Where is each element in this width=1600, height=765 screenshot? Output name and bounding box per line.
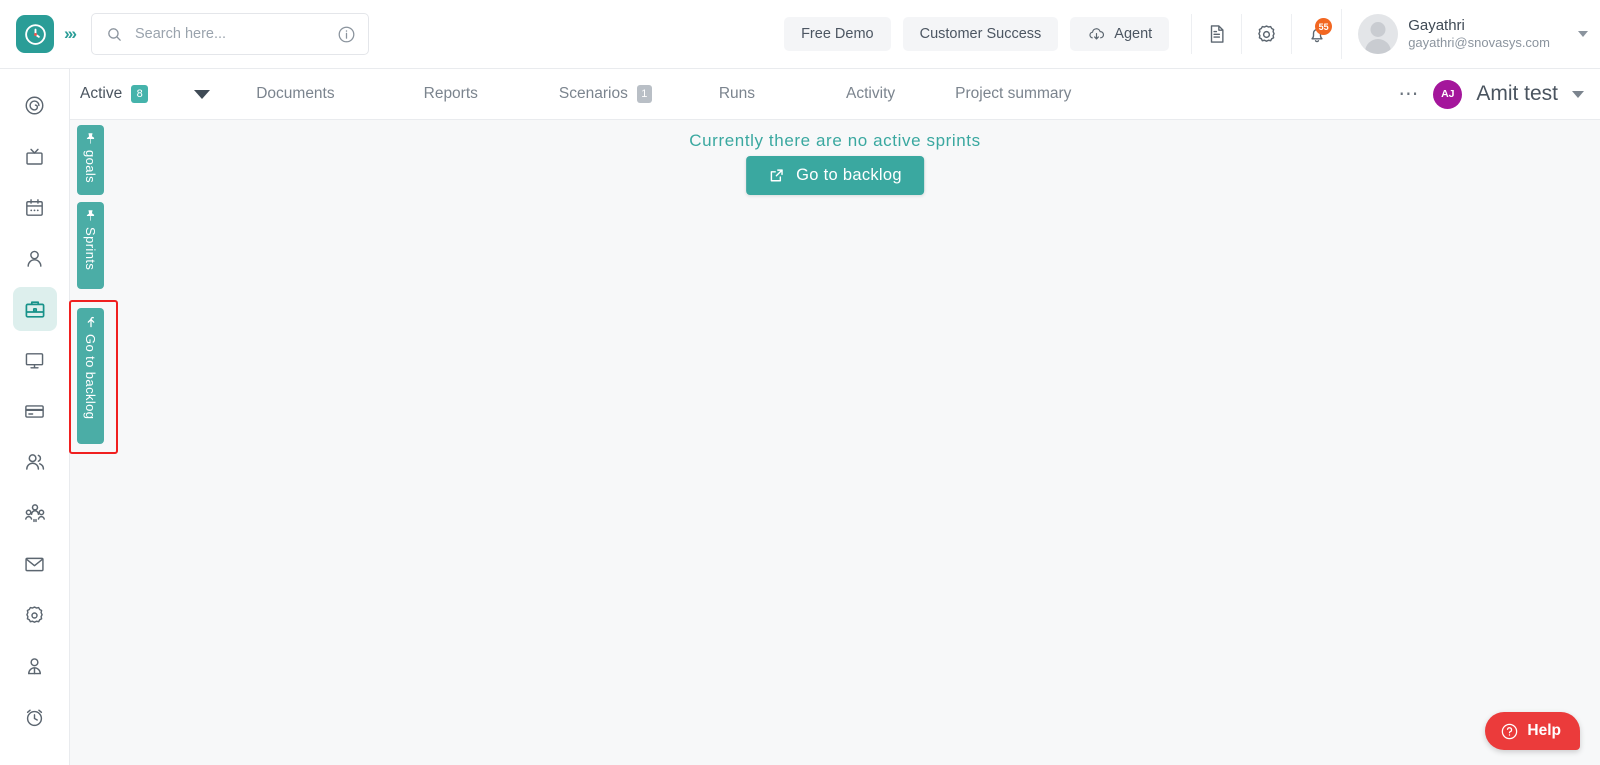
tab-active-filter[interactable]: Active 8 (80, 85, 148, 103)
sidebar-item-mail[interactable] (13, 542, 57, 586)
tab-reports[interactable]: Reports (424, 85, 478, 103)
user-avatar-icon (1358, 14, 1398, 54)
more-horizontal-icon[interactable]: ⋯ (1398, 89, 1419, 99)
free-demo-button[interactable]: Free Demo (784, 17, 891, 51)
notification-badge: 55 (1315, 18, 1332, 35)
active-count-badge: 8 (131, 85, 148, 103)
tab-scenarios-label: Scenarios (559, 85, 628, 103)
tab-activity[interactable]: Activity (846, 85, 895, 103)
project-avatar[interactable]: AJ (1433, 80, 1462, 109)
tab-reports-label: Reports (424, 85, 478, 103)
scenarios-count-badge: 1 (637, 85, 652, 103)
arrow-up-curve-icon (84, 315, 98, 329)
sidebar-item-monitor[interactable] (13, 338, 57, 382)
user-text-block: Gayathri gayathri@snovasys.com (1408, 17, 1550, 52)
sidebar-item-team-group[interactable] (13, 491, 57, 535)
side-tab-goals[interactable]: goals (77, 125, 104, 195)
side-tab-goals-label: goals (83, 150, 98, 183)
agent-button[interactable]: Agent (1070, 17, 1169, 51)
free-demo-label: Free Demo (801, 26, 874, 42)
agent-label: Agent (1114, 26, 1152, 42)
bell-icon[interactable]: 55 (1291, 14, 1341, 54)
tab-activity-label: Activity (846, 85, 895, 103)
main-canvas: Currently there are no active sprints Go… (70, 120, 1600, 765)
left-sidebar (0, 69, 70, 765)
sidebar-item-calendar[interactable] (13, 185, 57, 229)
search-box[interactable] (91, 13, 369, 55)
status-filter-caret-down-icon[interactable] (194, 90, 210, 99)
vertical-side-tabs: goals Sprints Go to backlog (77, 125, 118, 454)
side-tab-go-to-backlog-label: Go to backlog (83, 334, 98, 419)
project-caret-down-icon[interactable] (1572, 91, 1584, 98)
customer-success-label: Customer Success (920, 26, 1042, 42)
sidebar-item-settings[interactable] (13, 593, 57, 637)
sidebar-item-user-profile[interactable] (13, 644, 57, 688)
help-button[interactable]: Help (1485, 712, 1580, 750)
sidebar-item-tv[interactable] (13, 134, 57, 178)
sidebar-item-users[interactable] (13, 440, 57, 484)
chevron-double-right-icon[interactable]: ››› (64, 24, 75, 44)
tab-documents[interactable]: Documents (256, 85, 334, 103)
project-name[interactable]: Amit test (1476, 82, 1558, 106)
project-tab-bar: Active 8 Documents Reports Scenarios 1 R… (70, 69, 1600, 120)
tab-runs-label: Runs (719, 85, 755, 103)
top-header: ››› Free Demo Customer Success (0, 0, 1600, 69)
pin-icon (84, 132, 97, 145)
user-menu-caret-down-icon[interactable] (1578, 31, 1588, 37)
search-input[interactable] (135, 26, 337, 42)
question-circle-icon (1500, 722, 1519, 741)
side-tab-sprints[interactable]: Sprints (77, 202, 104, 289)
tabbar-right-group: ⋯ AJ Amit test (1398, 80, 1600, 109)
empty-state-message: Currently there are no active sprints (70, 131, 1600, 151)
document-icon[interactable] (1191, 14, 1241, 54)
clock-logo-icon[interactable] (16, 15, 54, 53)
side-tab-go-to-backlog[interactable]: Go to backlog (77, 308, 104, 444)
tab-scenarios[interactable]: Scenarios 1 (559, 85, 652, 103)
sidebar-item-alarm-clock[interactable] (13, 695, 57, 739)
customer-success-button[interactable]: Customer Success (903, 17, 1059, 51)
gear-icon[interactable] (1241, 14, 1291, 54)
sidebar-item-person[interactable] (13, 236, 57, 280)
go-to-backlog-label: Go to backlog (796, 166, 902, 185)
user-menu[interactable]: Gayathri gayathri@snovasys.com (1341, 9, 1558, 59)
user-name: Gayathri (1408, 17, 1550, 36)
search-icon (106, 26, 123, 43)
tab-project-summary[interactable]: Project summary (955, 85, 1071, 103)
tab-documents-label: Documents (256, 85, 334, 103)
pin-icon (84, 209, 97, 222)
side-tab-sprints-label: Sprints (83, 227, 98, 270)
tab-project-summary-label: Project summary (955, 85, 1071, 103)
sidebar-item-target-spiral[interactable] (13, 83, 57, 127)
sidebar-item-credit-card[interactable] (13, 389, 57, 433)
tab-runs[interactable]: Runs (719, 85, 755, 103)
logo-zone (0, 0, 70, 69)
info-circle-icon[interactable] (337, 25, 356, 44)
user-email: gayathri@snovasys.com (1408, 35, 1550, 51)
tab-active-label: Active (80, 85, 122, 103)
side-tab-backlog-highlight: Go to backlog (69, 300, 118, 454)
external-link-icon (768, 167, 785, 184)
go-to-backlog-button[interactable]: Go to backlog (746, 156, 924, 195)
cloud-download-icon (1087, 25, 1106, 44)
sidebar-item-briefcase[interactable] (13, 287, 57, 331)
help-label: Help (1527, 722, 1561, 740)
